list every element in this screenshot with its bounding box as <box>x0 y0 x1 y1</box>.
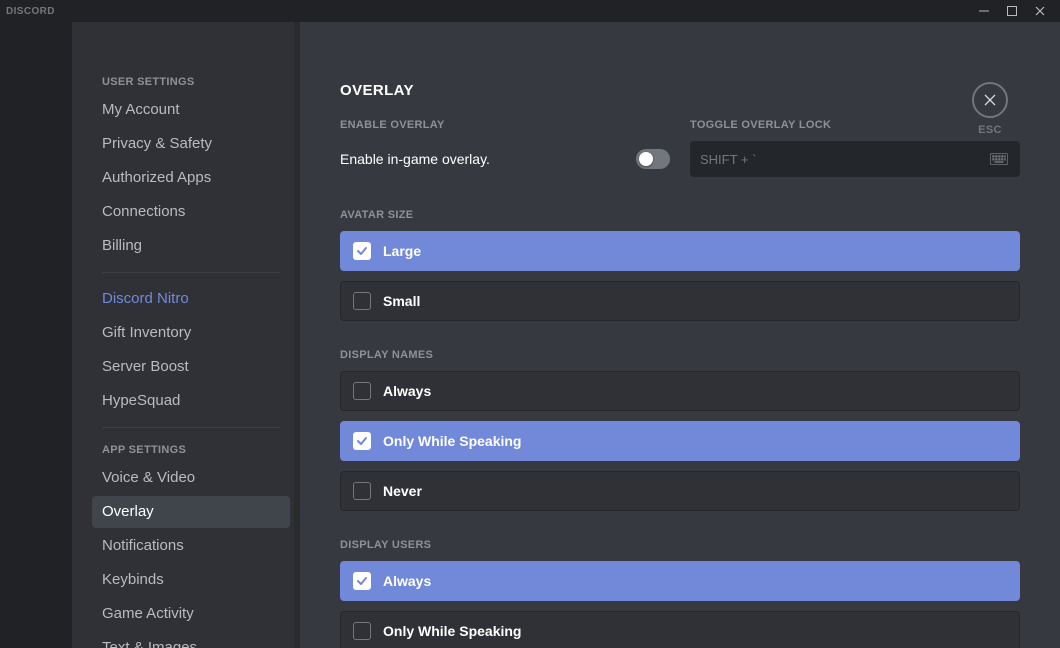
checkbox-icon <box>353 622 371 640</box>
sidebar-item-billing[interactable]: Billing <box>92 230 290 262</box>
sidebar-item-text-images[interactable]: Text & Images <box>92 632 290 648</box>
avatar-size-option-small[interactable]: Small <box>340 281 1020 321</box>
display-names-option-never[interactable]: Never <box>340 471 1020 511</box>
esc-label: ESC <box>972 124 1008 136</box>
sidebar-item-voice-video[interactable]: Voice & Video <box>92 462 290 494</box>
display-users-option-only-speaking[interactable]: Only While Speaking <box>340 611 1020 648</box>
checkbox-icon <box>353 572 371 590</box>
checkbox-icon <box>353 482 371 500</box>
close-settings: ESC <box>972 82 1008 136</box>
option-label: Only While Speaking <box>383 433 521 449</box>
page-title: OVERLAY <box>340 82 1020 99</box>
sidebar-item-privacy[interactable]: Privacy & Safety <box>92 128 290 160</box>
sidebar-item-gift-inventory[interactable]: Gift Inventory <box>92 317 290 349</box>
sidebar-item-game-activity[interactable]: Game Activity <box>92 598 290 630</box>
server-strip <box>0 22 72 648</box>
display-users-label: DISPLAY USERS <box>340 539 1020 551</box>
sidebar-item-overlay[interactable]: Overlay <box>92 496 290 528</box>
sidebar-item-discord-nitro[interactable]: Discord Nitro <box>92 283 290 315</box>
sidebar-item-keybinds[interactable]: Keybinds <box>92 564 290 596</box>
close-icon <box>982 92 998 108</box>
option-label: Always <box>383 573 431 589</box>
keybind-value: SHIFT + ` <box>700 152 756 167</box>
enable-overlay-label: ENABLE OVERLAY <box>340 119 670 131</box>
sidebar-item-server-boost[interactable]: Server Boost <box>92 351 290 383</box>
toggle-lock-label: TOGGLE OVERLAY LOCK <box>690 119 1020 131</box>
enable-overlay-text: Enable in-game overlay. <box>340 151 490 167</box>
sidebar-divider <box>102 427 280 428</box>
settings-content: OVERLAY ENABLE OVERLAY Enable in-game ov… <box>300 22 1060 648</box>
option-label: Large <box>383 243 421 259</box>
sidebar-item-authorized-apps[interactable]: Authorized Apps <box>92 162 290 194</box>
checkbox-icon <box>353 292 371 310</box>
display-users-option-always[interactable]: Always <box>340 561 1020 601</box>
option-label: Small <box>383 293 420 309</box>
sidebar-item-notifications[interactable]: Notifications <box>92 530 290 562</box>
sidebar-item-connections[interactable]: Connections <box>92 196 290 228</box>
avatar-size-option-large[interactable]: Large <box>340 231 1020 271</box>
enable-overlay-toggle[interactable] <box>636 149 670 169</box>
avatar-size-label: AVATAR SIZE <box>340 209 1020 221</box>
option-label: Only While Speaking <box>383 623 521 639</box>
sidebar-divider <box>102 272 280 273</box>
checkbox-icon <box>353 242 371 260</box>
close-button[interactable] <box>1026 0 1054 22</box>
sidebar-item-hypesquad[interactable]: HypeSquad <box>92 385 290 417</box>
display-names-label: DISPLAY NAMES <box>340 349 1020 361</box>
display-names-option-always[interactable]: Always <box>340 371 1020 411</box>
sidebar-item-my-account[interactable]: My Account <box>92 94 290 126</box>
sidebar-header-user: USER SETTINGS <box>92 70 290 94</box>
close-settings-button[interactable] <box>972 82 1008 118</box>
keybind-input[interactable]: SHIFT + ` <box>690 141 1020 177</box>
app-name: DISCORD <box>6 6 55 17</box>
checkbox-icon <box>353 432 371 450</box>
display-names-option-only-speaking[interactable]: Only While Speaking <box>340 421 1020 461</box>
checkbox-icon <box>353 382 371 400</box>
minimize-button[interactable] <box>970 0 998 22</box>
sidebar-header-app: APP SETTINGS <box>92 438 290 462</box>
option-label: Always <box>383 383 431 399</box>
titlebar: DISCORD <box>0 0 1060 22</box>
keyboard-icon <box>988 151 1010 167</box>
window-controls <box>970 0 1054 22</box>
maximize-button[interactable] <box>998 0 1026 22</box>
option-label: Never <box>383 483 422 499</box>
settings-sidebar: USER SETTINGS My Account Privacy & Safet… <box>72 22 300 648</box>
